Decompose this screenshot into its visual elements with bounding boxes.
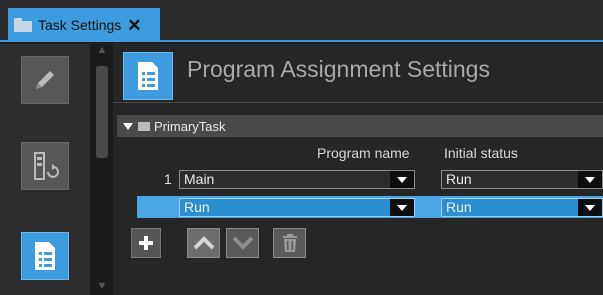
column-header-initial-status: Initial status [444, 145, 518, 161]
edit-settings-button[interactable] [21, 56, 69, 104]
program-name-value-selected: Run [184, 199, 210, 215]
io-map-icon [34, 152, 59, 180]
folder-icon [14, 18, 32, 32]
program-assignment-panel: Program Assignment Settings PrimaryTask … [113, 44, 603, 295]
move-down-icon [232, 236, 253, 250]
pencil-icon [36, 71, 54, 89]
chevron-down-icon[interactable] [578, 171, 602, 188]
program-name-dropdown[interactable]: Main [179, 170, 415, 189]
add-program-button[interactable] [131, 228, 161, 258]
tab-strip: Task Settings ✕ [0, 0, 603, 42]
settings-toolbar [0, 44, 90, 295]
program-list-icon [138, 62, 158, 90]
initial-status-value-selected: Run [446, 199, 472, 215]
divider [113, 102, 603, 103]
chevron-down-icon[interactable]: ▼ [96, 280, 108, 294]
io-settings-button[interactable] [21, 142, 69, 190]
program-assignment-button[interactable] [21, 232, 69, 280]
close-icon[interactable]: ✕ [127, 17, 141, 34]
chevron-down-icon[interactable] [390, 171, 414, 188]
move-up-button[interactable] [187, 228, 220, 258]
chevron-up-icon[interactable]: ▲ [96, 44, 108, 58]
delete-icon [282, 234, 297, 252]
header-icon [123, 52, 173, 100]
initial-status-dropdown-selected[interactable]: Run [441, 198, 603, 217]
tab-title: Task Settings [38, 17, 122, 33]
scrollbar-thumb[interactable] [96, 66, 108, 158]
move-up-icon [193, 236, 214, 250]
folder-icon [138, 121, 150, 131]
page-title: Program Assignment Settings [187, 56, 490, 82]
program-name-value: Main [184, 171, 215, 187]
tab-task-settings[interactable]: Task Settings ✕ [8, 8, 160, 42]
task-name: PrimaryTask [154, 118, 226, 134]
task-settings-window: Task Settings ✕ ▲ ▼ Program Assignment S… [0, 0, 603, 295]
initial-status-value: Run [446, 171, 472, 187]
task-section-header[interactable]: PrimaryTask [117, 115, 603, 137]
chevron-down-icon[interactable] [390, 199, 414, 216]
row-number: 1 [164, 171, 172, 187]
move-down-button[interactable] [226, 228, 259, 258]
column-header-program-name: Program name [317, 145, 410, 161]
chevron-down-icon[interactable] [578, 199, 602, 216]
toolbar-scrollbar[interactable]: ▲ ▼ [91, 44, 113, 295]
delete-button[interactable] [273, 228, 306, 258]
expand-triangle-icon[interactable] [123, 122, 133, 130]
program-list-icon [35, 242, 55, 270]
add-icon [139, 236, 153, 250]
initial-status-dropdown[interactable]: Run [441, 170, 603, 189]
program-name-dropdown-selected[interactable]: Run [179, 198, 415, 217]
